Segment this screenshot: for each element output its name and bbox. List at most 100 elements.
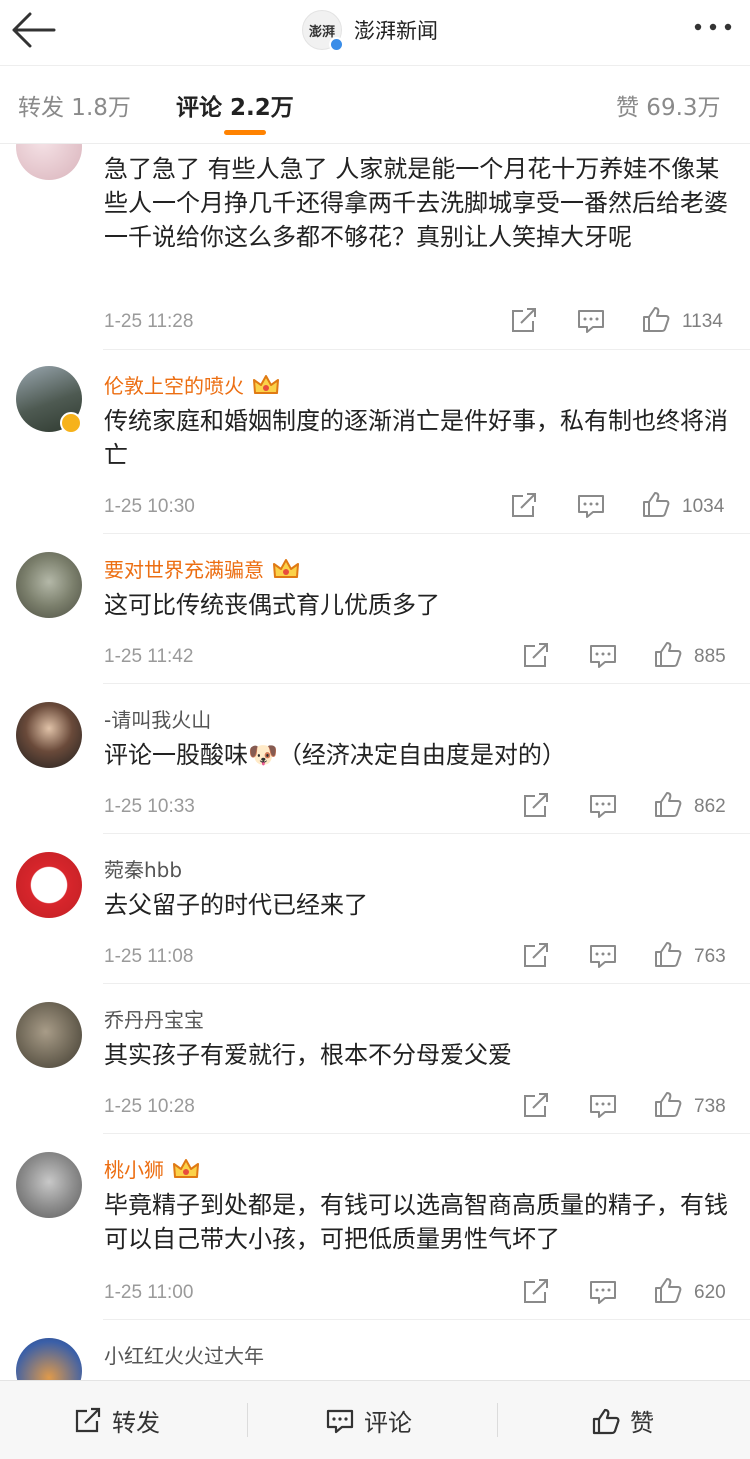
- comment-item: 伦敦上空的喷火 传统家庭和婚姻制度的逐渐消亡是件好事，私有制也终将消亡 1-25…: [0, 350, 750, 534]
- account-header[interactable]: 澎湃 澎湃新闻: [302, 8, 438, 52]
- bottom-action-bar: 转发 评论 赞: [0, 1380, 750, 1459]
- comment-item: -请叫我火山 评论一股酸味🐶（经济决定自由度是对的） 1-25 10:33 86…: [0, 684, 750, 834]
- comment-text: 评论一股酸味🐶（经济决定自由度是对的）: [104, 741, 566, 769]
- comment-list: 急了急了 有些人急了 人家就是能一个月花十万养娃不像某些人一个月挣几千还得拿两千…: [0, 144, 750, 1380]
- repost-icon[interactable]: [522, 1279, 550, 1305]
- comment-text: 去父留子的时代已经来了: [104, 891, 368, 919]
- like-count: 620: [694, 1282, 726, 1303]
- account-logo: 澎湃: [302, 10, 344, 52]
- comment-username-text: 菀秦hbb: [104, 858, 183, 882]
- comment-icon[interactable]: [589, 943, 617, 969]
- like-count: 738: [694, 1096, 726, 1117]
- avatar[interactable]: [16, 1152, 82, 1218]
- comment-item: 乔丹丹宝宝 其实孩子有爱就行，根本不分母爱父爱 1-25 10:28 738: [0, 984, 750, 1134]
- comment-icon[interactable]: [589, 793, 617, 819]
- comment-username-text: 小红红火火过大年: [104, 1344, 264, 1368]
- avatar[interactable]: [16, 1002, 82, 1068]
- repost-button[interactable]: 转发: [74, 1403, 160, 1438]
- like-icon: [592, 1408, 620, 1434]
- back-arrow-icon[interactable]: [10, 12, 56, 48]
- account-logo-text: 澎湃: [308, 24, 335, 40]
- comment-time: 1-25 10:28: [104, 1096, 195, 1117]
- comment-item: 小红红火火过大年: [0, 1320, 750, 1380]
- like-icon[interactable]: [642, 306, 670, 332]
- comment-icon: [326, 1409, 354, 1433]
- vip-crown-icon: [253, 374, 279, 394]
- repost-icon[interactable]: [510, 308, 538, 334]
- like-icon[interactable]: [654, 791, 682, 817]
- comment-username-text: -请叫我火山: [104, 708, 212, 732]
- comment-username[interactable]: 要对世界充满骗意: [104, 554, 300, 583]
- like-label: 赞: [630, 1409, 654, 1437]
- like-count: 862: [694, 796, 726, 817]
- like-count: 1034: [682, 496, 725, 517]
- comment-text: 这可比传统丧偶式育儿优质多了: [104, 591, 440, 619]
- comment-text: 其实孩子有爱就行，根本不分母爱父爱: [104, 1041, 512, 1069]
- divider: [247, 1403, 248, 1437]
- avatar[interactable]: [16, 1338, 82, 1380]
- comment-username[interactable]: 菀秦hbb: [104, 854, 182, 883]
- comment-item: 急了急了 有些人急了 人家就是能一个月花十万养娃不像某些人一个月挣几千还得拿两千…: [0, 144, 750, 350]
- comment-username-text: 桃小狮: [104, 1158, 164, 1182]
- repost-icon[interactable]: [522, 1093, 550, 1119]
- comment-icon[interactable]: [589, 1279, 617, 1305]
- avatar[interactable]: [16, 702, 82, 768]
- like-icon[interactable]: [642, 491, 670, 517]
- comment-button[interactable]: 评论: [326, 1403, 412, 1438]
- avatar[interactable]: [16, 852, 82, 918]
- active-tab-indicator: [224, 130, 266, 135]
- comment-icon[interactable]: [589, 643, 617, 669]
- repost-icon[interactable]: [510, 493, 538, 519]
- avatar[interactable]: [16, 552, 82, 618]
- repost-label: 转发: [112, 1409, 160, 1437]
- comment-icon[interactable]: [589, 1093, 617, 1119]
- comment-username[interactable]: 乔丹丹宝宝: [104, 1004, 204, 1033]
- tab-bar: 转发 1.8万 评论 2.2万 赞 69.3万: [0, 66, 750, 144]
- comment-time: 1-25 10:33: [104, 796, 195, 817]
- comment-time: 1-25 11:28: [104, 311, 194, 332]
- comment-time: 1-25 11:08: [104, 946, 194, 967]
- tab-likes[interactable]: 赞 69.3万: [616, 88, 721, 122]
- avatar[interactable]: [16, 144, 82, 180]
- comment-username[interactable]: 伦敦上空的喷火: [104, 370, 280, 399]
- comment-username-text: 伦敦上空的喷火: [104, 374, 244, 398]
- vip-crown-icon: [173, 1158, 199, 1178]
- comment-text: 毕竟精子到处都是，有钱可以选高智商高质量的精子，有钱可以自己带大小孩，可把低质量…: [104, 1191, 728, 1253]
- comment-username[interactable]: 小红红火火过大年: [104, 1340, 264, 1369]
- like-count: 763: [694, 946, 726, 967]
- tab-comments[interactable]: 评论 2.2万: [176, 88, 294, 122]
- like-count: 1134: [682, 311, 723, 332]
- vip-crown-icon: [273, 558, 299, 578]
- account-name: 澎湃新闻: [354, 19, 438, 43]
- verified-badge-icon: [60, 412, 82, 434]
- repost-icon: [75, 1407, 101, 1432]
- comment-item: 要对世界充满骗意 这可比传统丧偶式育儿优质多了 1-25 11:42 885: [0, 534, 750, 684]
- comment-time: 1-25 10:30: [104, 496, 195, 517]
- comment-icon[interactable]: [577, 308, 605, 334]
- comment-text: 传统家庭和婚姻制度的逐渐消亡是件好事，私有制也终将消亡: [104, 407, 728, 469]
- repost-icon[interactable]: [522, 793, 550, 819]
- comment-item: 菀秦hbb 去父留子的时代已经来了 1-25 11:08 763: [0, 834, 750, 984]
- comment-icon[interactable]: [577, 493, 605, 519]
- like-icon[interactable]: [654, 1091, 682, 1117]
- like-icon[interactable]: [654, 941, 682, 967]
- like-icon[interactable]: [654, 641, 682, 667]
- verified-badge-icon: [329, 37, 344, 52]
- like-button[interactable]: 赞: [592, 1403, 654, 1438]
- divider: [497, 1403, 498, 1437]
- repost-icon[interactable]: [522, 643, 550, 669]
- comment-username[interactable]: 桃小狮: [104, 1154, 200, 1183]
- comment-username-text: 要对世界充满骗意: [104, 558, 264, 582]
- comment-item: 桃小狮 毕竟精子到处都是，有钱可以选高智商高质量的精子，有钱可以自己带大小孩，可…: [0, 1134, 750, 1320]
- comment-username-text: 乔丹丹宝宝: [104, 1008, 204, 1032]
- comment-username[interactable]: -请叫我火山: [104, 704, 211, 733]
- comment-time: 1-25 11:42: [104, 646, 194, 667]
- comment-label: 评论: [364, 1409, 412, 1437]
- tab-repost[interactable]: 转发 1.8万: [18, 88, 131, 122]
- like-icon[interactable]: [654, 1277, 682, 1303]
- comment-time: 1-25 11:00: [104, 1282, 194, 1303]
- top-bar: 澎湃 澎湃新闻: [0, 0, 750, 66]
- comment-text: 急了急了 有些人急了 人家就是能一个月花十万养娃不像某些人一个月挣几千还得拿两千…: [104, 155, 728, 251]
- more-options-icon[interactable]: [692, 20, 734, 34]
- repost-icon[interactable]: [522, 943, 550, 969]
